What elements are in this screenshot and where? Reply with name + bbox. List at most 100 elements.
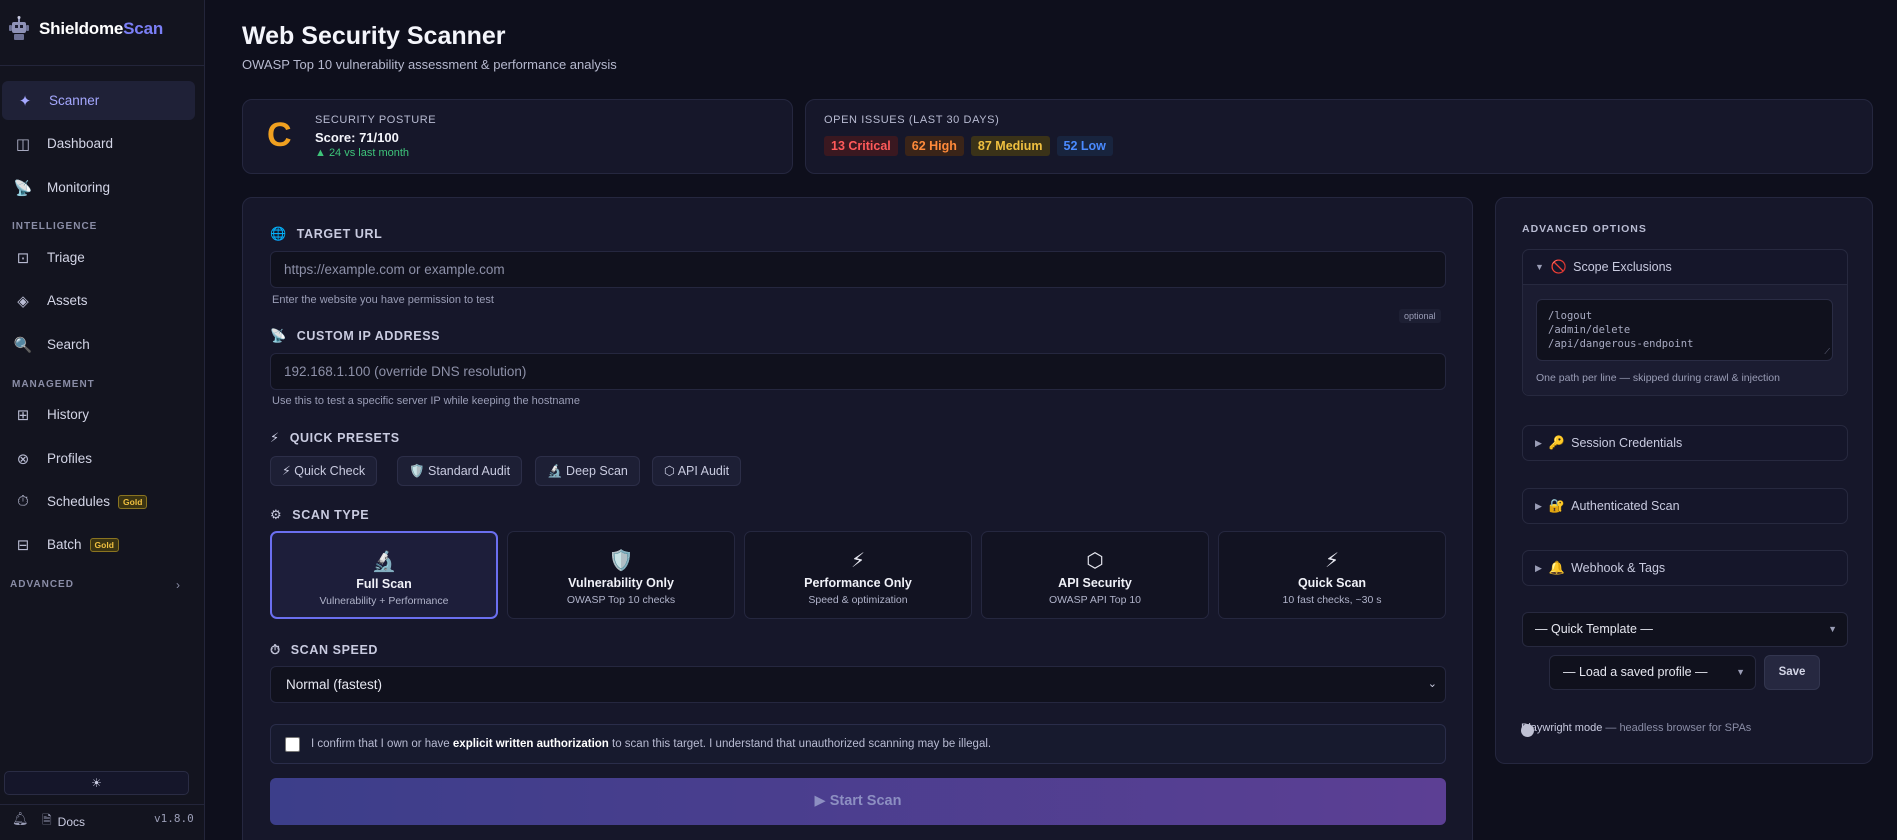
sparkle-icon: ✦ [18,92,32,110]
preset-quick-check-button[interactable]: ⚡ Quick Check [270,456,378,486]
divider [0,804,204,805]
scan-type-title: Vulnerability Only [568,576,674,590]
sidebar-item-batch[interactable]: ⊟ Batch Gold [0,525,193,564]
sidebar-item-label: History [47,407,90,422]
sidebar-item-label: Dashboard [47,136,114,151]
stopwatch-icon: ⏱ [17,493,29,510]
authorization-text: I confirm that I own or have explicit wr… [311,738,992,750]
triage-icon: ⊡ [16,249,30,267]
scope-exclusions-body: /logout /admin/delete /api/dangerous-end… [1523,284,1847,395]
grid-icon: ⊞ [16,406,30,424]
critical-badge[interactable]: 13 Critical [824,136,898,156]
medium-badge[interactable]: 87 Medium [970,136,1050,156]
resize-handle-icon[interactable]: ⟋ [1824,345,1830,359]
quick-template-select[interactable]: — Quick Template — ▼ [1522,612,1848,647]
session-credentials-section[interactable]: ▶ 🔑 Session Credentials [1522,425,1848,461]
sidebar-item-scanner[interactable]: ✦ Scanner [2,81,195,120]
preset-deep-scan-button[interactable]: 🔬 Deep Scan [535,456,640,486]
posture-score: Score: 71/100 [315,130,399,145]
triangle-right-icon: ▶ [1535,500,1542,511]
target-url-input[interactable]: https://example.com or example.com [270,251,1446,288]
custom-ip-input[interactable]: 192.168.1.100 (override DNS resolution) [270,353,1446,390]
triangle-right-icon: ▶ [1535,562,1542,573]
preset-standard-audit-button[interactable]: 🛡️ Standard Audit [397,456,523,486]
save-profile-button[interactable]: Save [1764,655,1820,690]
triangle-right-icon: ▶ [1535,437,1542,448]
target-url-help: Enter the website you have permission to… [272,294,494,306]
webhook-tags-toggle[interactable]: ▶ 🔔 Webhook & Tags [1523,551,1847,585]
sidebar-item-label: Schedules [47,494,111,509]
toggle-knob[interactable] [1521,724,1534,737]
playwright-mode-toggle[interactable]: Playwright mode — headless browser for S… [1521,722,1751,734]
divider [0,65,204,66]
chevron-down-icon: ⌄ [1427,678,1437,690]
preset-api-audit-button[interactable]: ⬡ API Audit [652,456,742,486]
sidebar-item-profiles[interactable]: ⊗ Profiles [0,439,193,478]
grade-letter: C [267,116,292,154]
session-credentials-toggle[interactable]: ▶ 🔑 Session Credentials [1523,426,1847,460]
lightning-icon: ⚡ [1324,550,1340,572]
chevron-down-icon: ▼ [1736,667,1745,677]
section-intelligence: INTELLIGENCE [12,221,98,232]
high-badge[interactable]: 62 High [904,136,964,156]
scope-exclusions-help: One path per line — skipped during crawl… [1536,372,1780,384]
section-advanced[interactable]: ADVANCED [10,579,74,590]
optional-tag: optional [1399,309,1441,323]
lock-key-icon: 🔐 [1548,498,1566,513]
quick-presets-label: ⚡ QUICK PRESETS [270,430,400,445]
sidebar-item-history[interactable]: ⊞ History [0,395,193,434]
docs-link[interactable]: 🗎 Docs [42,811,85,832]
chevron-right-icon[interactable]: › [176,578,180,592]
webhook-tags-section[interactable]: ▶ 🔔 Webhook & Tags [1522,550,1848,586]
chevron-down-icon: ▼ [1828,624,1837,634]
scan-type-label: ⚙ SCAN TYPE [270,507,370,522]
theme-toggle-button[interactable]: ☀ [4,771,189,795]
start-scan-button[interactable]: ▶ Start Scan [270,778,1446,825]
scan-type-performance-only[interactable]: ⚡ Performance Only Speed & optimization [744,531,972,619]
dashboard-icon: ◫ [15,135,31,153]
sidebar-item-monitoring[interactable]: 📡 Monitoring [0,168,193,207]
scan-speed-value: Normal (fastest) [286,677,383,692]
sidebar-item-assets[interactable]: ◈ Assets [0,281,193,320]
scan-type-vulnerability-only[interactable]: 🛡️ Vulnerability Only OWASP Top 10 check… [507,531,735,619]
authenticated-scan-section[interactable]: ▶ 🔐 Authenticated Scan [1522,488,1848,524]
scan-type-desc: OWASP API Top 10 [1048,594,1142,606]
scan-speed-label: ⏱ SCAN SPEED [270,642,379,657]
sidebar-item-label: Assets [47,293,88,308]
scan-type-title: API Security [1058,576,1132,590]
scan-form-card: 🌐 TARGET URL https://example.com or exam… [242,197,1473,840]
bell-icon[interactable]: 🔔︎ [12,811,29,827]
sidebar-item-search[interactable]: 🔍 Search [0,325,193,364]
sidebar-item-dashboard[interactable]: ◫ Dashboard [0,124,193,163]
sidebar-item-triage[interactable]: ⊡ Triage [0,238,193,277]
custom-ip-help: Use this to test a specific server IP wh… [272,395,580,407]
scan-type-quick-scan[interactable]: ⚡ Quick Scan 10 fast checks, ~30 s [1218,531,1446,619]
authorization-confirmation: I confirm that I own or have explicit wr… [270,724,1446,764]
gold-badge: Gold [89,537,119,552]
scan-type-title: Performance Only [804,576,912,590]
scan-speed-select[interactable]: Normal (fastest) ⌄ [270,666,1446,703]
authorization-checkbox[interactable] [285,737,300,752]
low-badge[interactable]: 52 Low [1056,136,1113,156]
saved-profile-select[interactable]: — Load a saved profile — ▼ [1549,655,1756,690]
lightning-icon: ⚡ [270,430,280,445]
scope-exclusions-textarea[interactable]: /logout /admin/delete /api/dangerous-end… [1536,299,1833,361]
advanced-options-card: ADVANCED OPTIONS ▼ 🚫 Scope Exclusions /l… [1495,197,1873,764]
brand[interactable]: ShieldomeScan [8,14,163,44]
satellite-icon: 📡 [270,328,287,343]
advanced-options-title: ADVANCED OPTIONS [1522,223,1647,235]
lightning-icon: ⚡ [850,550,866,572]
scan-type-full-scan[interactable]: 🔬 Full Scan Vulnerability + Performance [270,531,498,619]
scope-exclusions-toggle[interactable]: ▼ 🚫 Scope Exclusions [1523,250,1847,284]
version-label: v1.8.0 [154,812,194,825]
sidebar: ShieldomeScan ✦ Scanner ◫ Dashboard 📡 Mo… [0,0,205,840]
gold-badge: Gold [118,494,148,509]
sidebar-item-schedules[interactable]: ⏱ Schedules Gold [0,482,193,521]
bell-icon: 🔔 [1548,560,1566,575]
shield-icon: 🛡️ [608,550,634,572]
authenticated-scan-toggle[interactable]: ▶ 🔐 Authenticated Scan [1523,489,1847,523]
scan-type-desc: 10 fast checks, ~30 s [1282,594,1382,606]
docs-label: Docs [57,814,85,829]
sidebar-item-label: Search [47,337,90,352]
scan-type-api-security[interactable]: ⬡ API Security OWASP API Top 10 [981,531,1209,619]
